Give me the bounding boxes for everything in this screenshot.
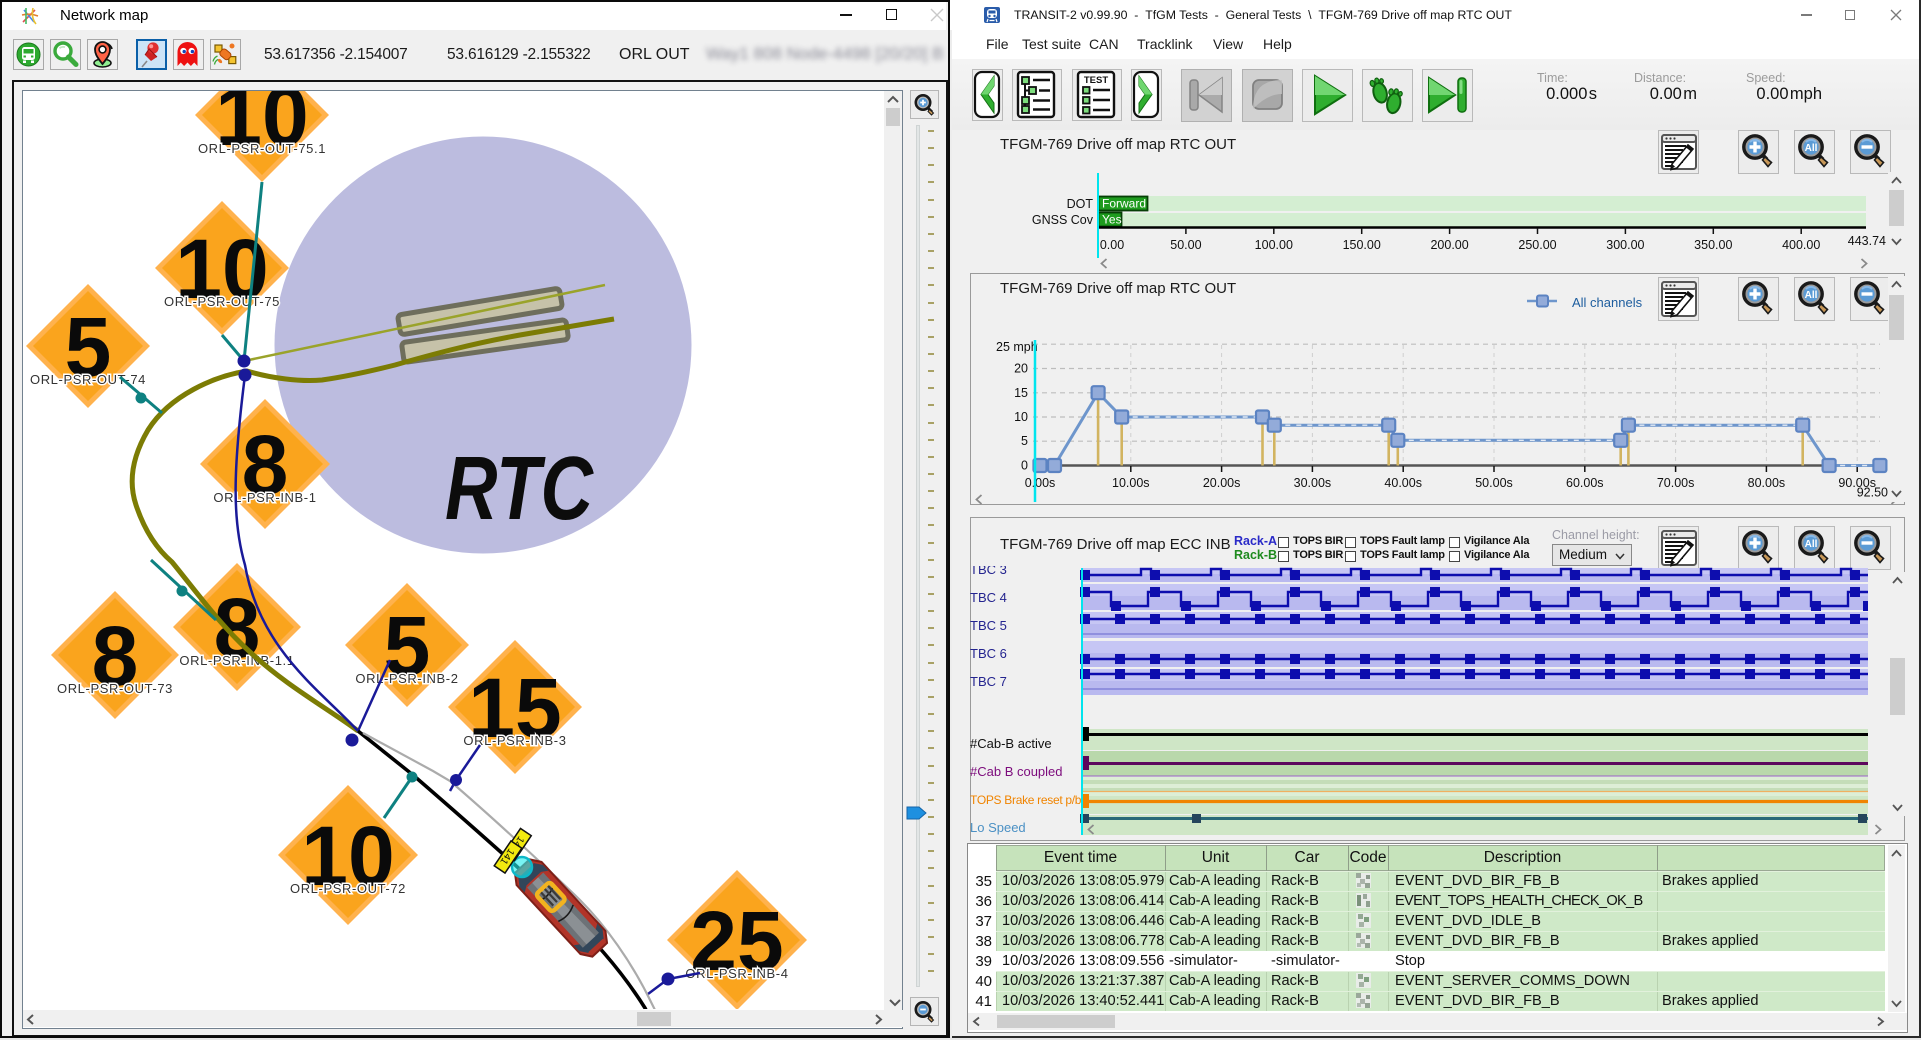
svg-text:TEST: TEST <box>1084 75 1108 86</box>
svg-text:DOT: DOT <box>1067 197 1094 211</box>
svg-text:350.00: 350.00 <box>1694 238 1732 252</box>
svg-text:All: All <box>1805 290 1818 301</box>
svg-text:20: 20 <box>1014 362 1028 376</box>
svg-text:0: 0 <box>1021 459 1028 473</box>
svg-text:0.00: 0.00 <box>1100 238 1124 252</box>
svg-text:0.00s: 0.00s <box>1025 476 1056 490</box>
svg-text:80.00s: 80.00s <box>1748 476 1786 490</box>
svg-text:10.00s: 10.00s <box>1112 476 1150 490</box>
svg-text:60.00s: 60.00s <box>1566 476 1604 490</box>
svg-text:ORL-PSR-OUT-75.1: ORL-PSR-OUT-75.1 <box>198 141 326 156</box>
svg-text:25 mph: 25 mph <box>996 340 1038 354</box>
svg-text:ORL-PSR-OUT-73: ORL-PSR-OUT-73 <box>57 681 173 696</box>
svg-text:GNSS Cov: GNSS Cov <box>1032 213 1094 227</box>
svg-text:ORL-PSR-INB-1.1: ORL-PSR-INB-1.1 <box>179 653 294 668</box>
svg-text:300.00: 300.00 <box>1606 238 1644 252</box>
svg-text:ORL-PSR-INB-2: ORL-PSR-INB-2 <box>355 671 458 686</box>
svg-text:All: All <box>1805 539 1818 550</box>
svg-text:10: 10 <box>1014 410 1028 424</box>
svg-text:Yes: Yes <box>1102 213 1122 227</box>
svg-text:200.00: 200.00 <box>1430 238 1468 252</box>
svg-text:400.00: 400.00 <box>1782 238 1820 252</box>
svg-text:30.00s: 30.00s <box>1294 476 1332 490</box>
svg-text:RTC: RTC <box>445 439 595 539</box>
svg-text:ORL-PSR-OUT-72: ORL-PSR-OUT-72 <box>290 881 406 896</box>
svg-text:100.00: 100.00 <box>1255 238 1293 252</box>
svg-text:92.50: 92.50 <box>1857 486 1888 500</box>
svg-text:All: All <box>1805 143 1818 154</box>
svg-text:Forward: Forward <box>1102 197 1146 211</box>
svg-text:150.00: 150.00 <box>1343 238 1381 252</box>
svg-text:15: 15 <box>1014 386 1028 400</box>
svg-text:ORL-PSR-OUT-75: ORL-PSR-OUT-75 <box>164 294 280 309</box>
svg-text:40.00s: 40.00s <box>1384 476 1422 490</box>
svg-text:20.00s: 20.00s <box>1203 476 1241 490</box>
svg-text:250.00: 250.00 <box>1518 238 1556 252</box>
svg-text:443.74: 443.74 <box>1848 234 1886 248</box>
svg-text:5: 5 <box>1021 434 1028 448</box>
svg-text:50.00s: 50.00s <box>1475 476 1513 490</box>
svg-text:ORL-PSR-INB-1: ORL-PSR-INB-1 <box>213 490 316 505</box>
svg-text:70.00s: 70.00s <box>1657 476 1695 490</box>
svg-text:50.00: 50.00 <box>1170 238 1201 252</box>
svg-text:ORL-PSR-INB-4: ORL-PSR-INB-4 <box>685 966 788 981</box>
